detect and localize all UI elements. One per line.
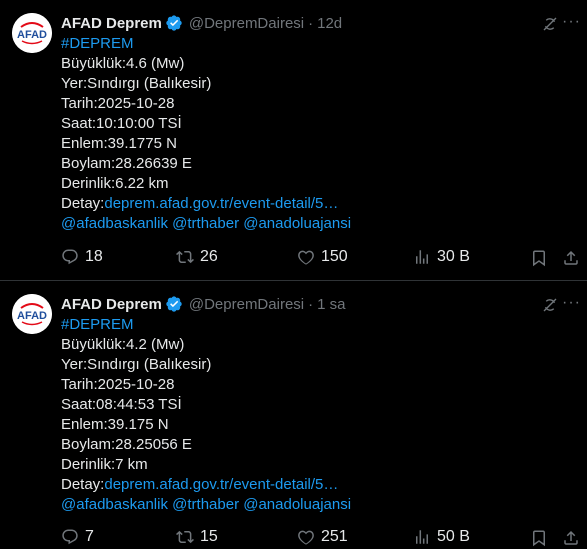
- avatar[interactable]: AFAD: [12, 294, 52, 334]
- date-text: Tarih:2025-10-28: [61, 376, 175, 393]
- time-text: Saat:08:44:53 TSİ: [61, 396, 182, 413]
- mentions-line: @afadbaskanlik @trthaber @anadoluajansi: [61, 495, 579, 515]
- like-button[interactable]: 150: [297, 248, 348, 266]
- timestamp[interactable]: 12d: [317, 15, 342, 32]
- author-handle[interactable]: @DepremDairesi: [189, 296, 304, 313]
- detail-link[interactable]: deprem.afad.gov.tr/event-detail/5…: [104, 195, 338, 212]
- separator-dot: ·: [308, 14, 314, 32]
- grok-icon[interactable]: [541, 15, 559, 38]
- like-button[interactable]: 251: [297, 528, 348, 546]
- magnitude-text: Büyüklük:4.2 (Mw): [61, 336, 185, 353]
- retweet-count: 26: [200, 248, 218, 265]
- depth-text: Derinlik:7 km: [61, 456, 148, 473]
- like-count: 150: [321, 248, 348, 265]
- avatar[interactable]: AFAD: [12, 13, 52, 53]
- retweet-button[interactable]: 15: [176, 528, 218, 546]
- hashtag-link[interactable]: #DEPREM: [61, 315, 579, 335]
- share-icon[interactable]: [562, 249, 586, 267]
- mention-link[interactable]: @afadbaskanlik: [61, 496, 168, 513]
- mention-link[interactable]: @anadoluajansi: [243, 496, 351, 513]
- reply-count: 7: [85, 528, 94, 545]
- detail-label: Detay:: [61, 195, 105, 212]
- grok-icon[interactable]: [541, 296, 559, 319]
- verified-badge-icon[interactable]: [165, 14, 183, 32]
- date-text: Tarih:2025-10-28: [61, 95, 175, 112]
- retweet-icon: [176, 250, 194, 264]
- latitude-text: Enlem:39.175 N: [61, 416, 169, 433]
- longitude-text: Boylam:28.26639 E: [61, 155, 192, 172]
- reply-button[interactable]: 18: [61, 248, 103, 266]
- hashtag-link[interactable]: #DEPREM: [61, 34, 579, 54]
- afad-logo: AFAD: [12, 13, 52, 53]
- longitude-text: Boylam:28.25056 E: [61, 436, 192, 453]
- tweet[interactable]: AFAD AFAD Deprem @DepremDairesi · 12d #D…: [0, 0, 587, 281]
- mentions-line: @afadbaskanlik @trthaber @anadoluajansi: [61, 214, 579, 234]
- views-icon: [416, 250, 428, 264]
- views-count: 50 B: [437, 528, 470, 545]
- depth-text: Derinlik:6.22 km: [61, 175, 169, 192]
- mention-link[interactable]: @anadoluajansi: [243, 215, 351, 232]
- reply-icon: [62, 249, 78, 265]
- location-text: Yer:Sındırgı (Balıkesir): [61, 356, 212, 373]
- reply-count: 18: [85, 248, 103, 265]
- svg-text:AFAD: AFAD: [17, 310, 47, 322]
- detail-label: Detay:: [61, 476, 105, 493]
- more-icon[interactable]: ···: [562, 294, 581, 312]
- separator-dot: ·: [308, 295, 314, 313]
- author-name[interactable]: AFAD Deprem: [61, 15, 162, 32]
- latitude-text: Enlem:39.1775 N: [61, 135, 177, 152]
- views-count: 30 B: [437, 248, 470, 265]
- svg-text:AFAD: AFAD: [17, 29, 47, 41]
- mention-link[interactable]: @trthaber: [172, 496, 239, 513]
- author-handle[interactable]: @DepremDairesi: [189, 15, 304, 32]
- reply-button[interactable]: 7: [61, 528, 94, 546]
- afad-logo: AFAD: [12, 294, 52, 334]
- more-icon[interactable]: ···: [562, 13, 581, 31]
- views-icon: [416, 530, 428, 544]
- retweet-button[interactable]: 26: [176, 248, 218, 266]
- tweet[interactable]: AFAD AFAD Deprem @DepremDairesi · 1 sa #…: [0, 281, 587, 549]
- author-name[interactable]: AFAD Deprem: [61, 296, 162, 313]
- retweet-count: 15: [200, 528, 218, 545]
- reply-icon: [62, 529, 78, 545]
- like-count: 251: [321, 528, 348, 545]
- like-icon: [298, 530, 314, 545]
- detail-line: Detay:deprem.afad.gov.tr/event-detail/5…: [61, 475, 579, 495]
- time-text: Saat:10:10:00 TSİ: [61, 115, 182, 132]
- views-button[interactable]: 50 B: [413, 528, 470, 546]
- timestamp[interactable]: 1 sa: [317, 296, 345, 313]
- mention-link[interactable]: @afadbaskanlik: [61, 215, 168, 232]
- detail-link[interactable]: deprem.afad.gov.tr/event-detail/5…: [104, 476, 338, 493]
- mention-link[interactable]: @trthaber: [172, 215, 239, 232]
- detail-line: Detay:deprem.afad.gov.tr/event-detail/5…: [61, 194, 579, 214]
- location-text: Yer:Sındırgı (Balıkesir): [61, 75, 212, 92]
- like-icon: [298, 250, 314, 265]
- retweet-icon: [176, 530, 194, 544]
- bookmark-icon[interactable]: [530, 529, 554, 547]
- views-button[interactable]: 30 B: [413, 248, 470, 266]
- bookmark-icon[interactable]: [530, 249, 554, 267]
- share-icon[interactable]: [562, 529, 586, 547]
- verified-badge-icon[interactable]: [165, 295, 183, 313]
- magnitude-text: Büyüklük:4.6 (Mw): [61, 55, 185, 72]
